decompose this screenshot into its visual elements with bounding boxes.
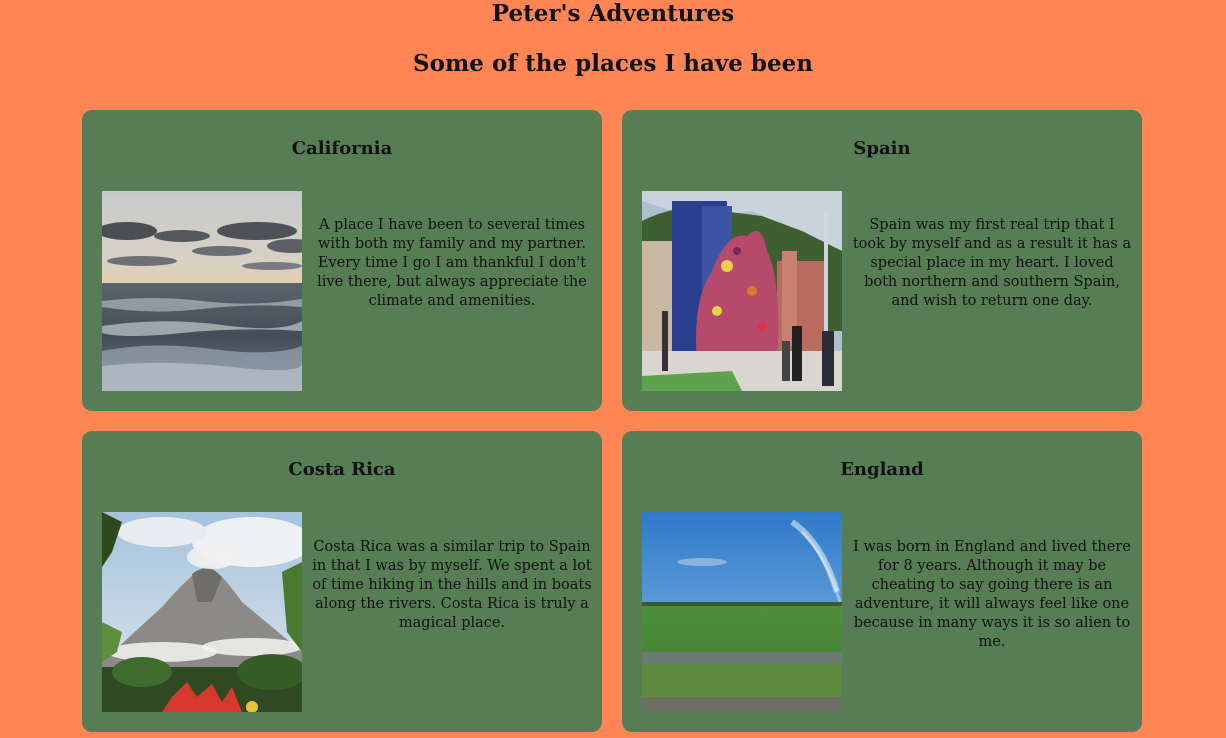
place-description: A place I have been to several times wit… (317, 217, 587, 309)
place-photo-england (642, 512, 842, 712)
place-card-costa-rica: Costa Rica Costa Rica was a similar trip… (82, 431, 602, 732)
place-description: Spain was my first real trip that I took… (852, 217, 1132, 309)
place-title: Costa Rica (288, 459, 396, 480)
page-subtitle: Some of the places I have been (413, 50, 813, 77)
place-photo-costa-rica (102, 512, 302, 712)
place-description: Costa Rica was a similar trip to Spain i… (312, 539, 592, 631)
place-card-england: England I was born in England and lived … (622, 431, 1142, 732)
place-card-california: California A place I have been to severa… (82, 110, 602, 411)
place-description: I was born in England and lived there fo… (853, 539, 1131, 650)
place-title: California (291, 138, 393, 159)
place-photo-california (102, 191, 302, 391)
place-title: Spain (853, 138, 911, 159)
place-title: England (840, 459, 924, 480)
site-title: Peter's Adventures (491, 0, 735, 27)
place-card-spain: Spain Spain was my first real trip that … (622, 110, 1142, 411)
place-photo-spain (642, 191, 842, 391)
